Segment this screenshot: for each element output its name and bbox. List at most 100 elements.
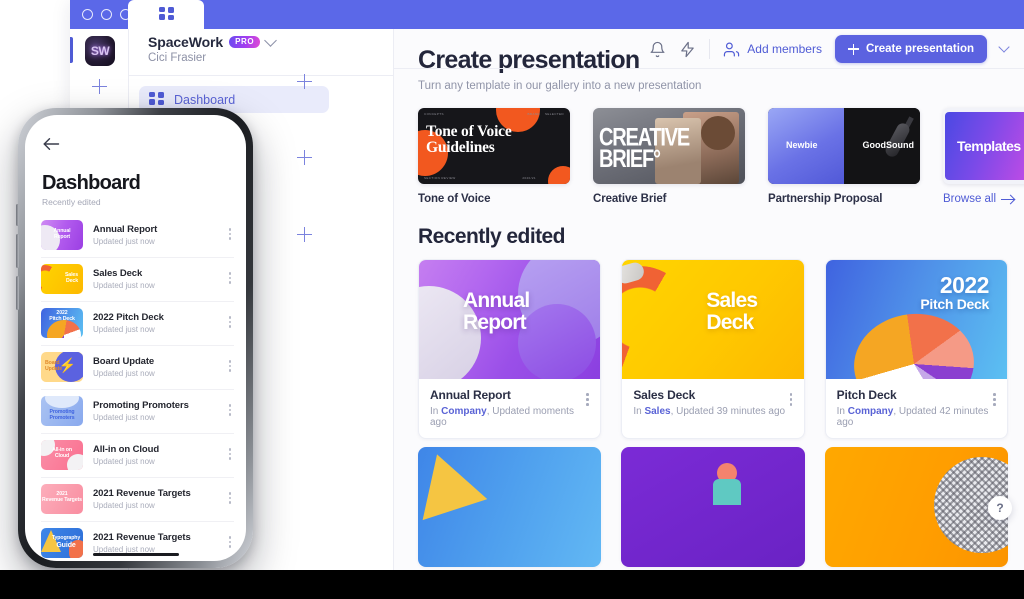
help-button[interactable]: ? [988, 496, 1012, 520]
list-item-title: 2021 Revenue Targets [93, 488, 191, 499]
thumb-micro-text: BRAND [527, 112, 540, 116]
kebab-menu-icon[interactable] [229, 316, 232, 329]
thumb-micro-text: CONCEPTS [424, 112, 444, 116]
appbar-divider-vertical [709, 39, 711, 59]
add-members-button[interactable]: Add members [723, 41, 822, 58]
page-subtitle: Turn any template in our gallery into a … [418, 80, 702, 92]
template-card-tone-of-voice[interactable]: CONCEPTS BRAND SELECTED SECTION REVIEW 2… [418, 108, 570, 205]
card-footer: Annual Report In Company, Updated moment… [419, 379, 600, 438]
minimize-button[interactable] [101, 9, 112, 20]
create-presentation-button[interactable]: Create presentation [834, 35, 987, 63]
thumb-micro-text: SECTION REVIEW [424, 176, 456, 180]
list-item[interactable]: Sales Deck Sales Deck Updated just now [25, 257, 246, 301]
bell-icon[interactable] [649, 41, 666, 58]
chevron-down-icon[interactable] [998, 41, 1010, 53]
recently-edited-grid-row2 [418, 447, 1008, 567]
kebab-menu-icon[interactable] [789, 393, 793, 409]
plan-badge: PRO [229, 35, 261, 49]
kebab-menu-icon[interactable] [229, 404, 232, 417]
list-item-title: Sales Deck [93, 268, 143, 279]
list-item[interactable]: 2021 Revenue Targets 2021 Revenue Targets… [25, 477, 246, 521]
phone-screen: Dashboard Recently edited Annual Report A… [25, 115, 246, 561]
phone-volume-down-button[interactable] [16, 234, 19, 268]
template-thumb-text: Tone of Voice Guidelines [426, 123, 512, 157]
list-item-title: All-in on Cloud [93, 444, 160, 455]
list-item-meta: Updated just now [93, 369, 155, 378]
browser-tab[interactable] [128, 0, 204, 29]
phone-mockup: Dashboard Recently edited Annual Report A… [16, 108, 253, 568]
presentation-card-row2-2[interactable] [621, 447, 805, 567]
kebab-menu-icon[interactable] [992, 393, 996, 409]
template-card-browse-all[interactable]: Templates Browse all [943, 108, 1024, 205]
card-thumb-text: Annual Report [463, 289, 530, 335]
create-presentation-label: Create presentation [865, 43, 974, 55]
presentation-card-pitch-deck[interactable]: 2022 Pitch Deck Pitch Deck In Company, U… [824, 259, 1008, 439]
template-thumbnail: CONCEPTS BRAND SELECTED SECTION REVIEW 2… [418, 108, 570, 184]
browse-all-label: Browse all [943, 193, 997, 205]
close-button[interactable] [82, 9, 93, 20]
workspace-avatar[interactable]: SW [85, 36, 115, 66]
template-card-partnership-proposal[interactable]: Newbie GoodSound Partnership Proposal [768, 108, 920, 205]
list-item-title: 2022 Pitch Deck [93, 312, 164, 323]
browse-all-link[interactable]: Browse all [943, 193, 1024, 205]
folder-link[interactable]: Company [441, 406, 487, 417]
phone-power-button[interactable] [16, 276, 19, 310]
kebab-menu-icon[interactable] [229, 448, 232, 461]
kebab-menu-icon[interactable] [229, 492, 232, 505]
add-section-button-1[interactable] [297, 74, 312, 89]
list-item[interactable]: Annual Report Annual Report Updated just … [25, 213, 246, 257]
kebab-menu-icon[interactable] [229, 536, 232, 549]
template-thumb-text: Templates [957, 138, 1021, 154]
sidebar-divider [129, 75, 394, 76]
list-item[interactable]: 2022 Pitch Deck 2022 Pitch Deck Updated j… [25, 301, 246, 345]
workspace-name: SpaceWork [148, 34, 224, 50]
card-meta: In Sales, Updated 39 minutes ago [633, 406, 792, 417]
list-item[interactable]: ⚡ Board Update Board Update Updated just n… [25, 345, 246, 389]
list-item-thumbnail: Annual Report [41, 220, 83, 250]
meta-prefix: In [430, 406, 442, 417]
sidebar-item-label: Dashboard [174, 92, 236, 107]
window-controls[interactable] [82, 9, 131, 20]
card-thumb-text: Sales Deck [706, 289, 758, 335]
list-item-thumbnail: ⚡ Board Update [41, 352, 83, 382]
list-item[interactable]: All-in on Cloud All-in on Cloud Updated j… [25, 433, 246, 477]
grid-icon [158, 7, 174, 22]
add-section-button-2[interactable] [297, 150, 312, 165]
kebab-menu-icon[interactable] [229, 272, 232, 285]
workspace-user: Cici Frasier [148, 52, 207, 64]
presentation-card-annual-report[interactable]: Annual Report Annual Report In Company, … [418, 259, 602, 439]
workspace-header[interactable]: SpaceWork PRO Cici Frasier [148, 33, 278, 64]
arrow-left-icon[interactable] [42, 137, 60, 151]
card-thumb-text: Pitch Deck [920, 296, 989, 312]
card-title: Sales Deck [633, 388, 696, 402]
presentation-card-row2-1[interactable] [418, 447, 602, 567]
folder-link[interactable]: Sales [644, 406, 670, 417]
list-item-title: Annual Report [93, 224, 158, 235]
list-item-thumbnail: 2021 Revenue Targets [41, 484, 83, 514]
list-item-thumbnail: Promoting Promoters [41, 396, 83, 426]
card-title: Pitch Deck [836, 388, 897, 402]
list-item-title: 2021 Revenue Targets [93, 532, 191, 543]
kebab-menu-icon[interactable] [586, 393, 589, 409]
kebab-menu-icon[interactable] [229, 360, 232, 373]
grid-icon [149, 92, 164, 107]
meta-suffix: , Updated 39 minutes ago [670, 406, 786, 417]
card-thumbnail: Annual Report [419, 260, 601, 379]
people-icon [724, 42, 740, 56]
presentation-card-sales-deck[interactable]: Sales Deck Sales Deck In Sales, Updated … [621, 259, 805, 439]
add-section-button-3[interactable] [297, 227, 312, 242]
template-card-creative-brief[interactable]: CREATIVE BRIEF° Creative Brief [593, 108, 745, 205]
folder-link[interactable]: Company [848, 406, 894, 417]
list-item[interactable]: Promoting Promoters Promoting Promoters U… [25, 389, 246, 433]
bottom-letterbox [0, 570, 1024, 599]
add-workspace-button[interactable] [92, 79, 107, 94]
kebab-menu-icon[interactable] [229, 228, 232, 241]
main-content: Create presentation Turn any template in… [394, 29, 1024, 570]
phone-volume-up-button[interactable] [16, 204, 19, 226]
list-item-thumbnail: 2022 Pitch Deck [41, 308, 83, 338]
lightning-icon[interactable] [679, 41, 696, 58]
presentation-card-row2-3[interactable] [824, 447, 1008, 567]
card-meta: In Company, Updated moments ago [430, 406, 589, 428]
template-thumb-text: CREATIVE BRIEF° [599, 124, 690, 173]
chevron-down-icon[interactable] [264, 33, 278, 47]
